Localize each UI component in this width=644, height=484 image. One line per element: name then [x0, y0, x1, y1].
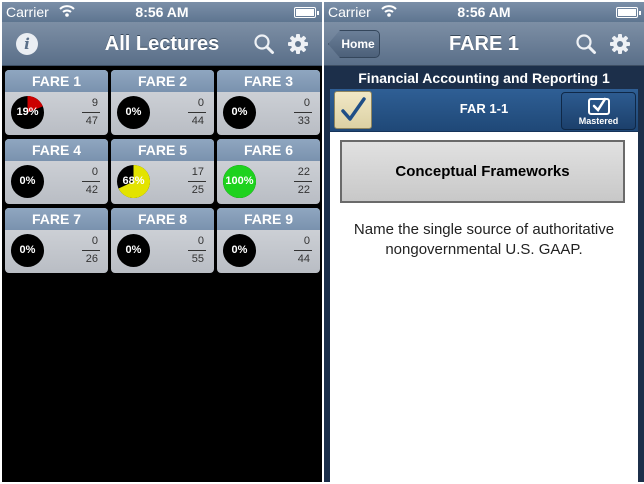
- progress-percent: 100%: [225, 175, 254, 187]
- progress-fraction: 17 25: [180, 164, 206, 199]
- total-count: 44: [297, 253, 310, 265]
- completed-count: 0: [197, 235, 204, 247]
- completed-count: 0: [303, 235, 310, 247]
- tile-title: FARE 9: [217, 208, 320, 230]
- progress-percent: 68%: [122, 175, 145, 187]
- progress-percent: 0%: [125, 106, 142, 118]
- progress-fraction: 0 33: [286, 95, 312, 130]
- total-count: 25: [191, 184, 204, 196]
- battery-icon: [616, 7, 641, 18]
- all-lectures-screen: Carrier 8:56 AM i All Lectures FARE 1 19…: [2, 2, 322, 482]
- status-time: 8:56 AM: [135, 4, 189, 20]
- completed-count: 0: [197, 97, 204, 109]
- lecture-tile[interactable]: FARE 9 0% 0 44: [217, 208, 320, 273]
- lecture-tile[interactable]: FARE 8 0% 0 55: [111, 208, 214, 273]
- gear-icon[interactable]: [287, 33, 309, 55]
- progress-fraction: 0 44: [180, 95, 206, 130]
- flashcard-screen: Carrier 8:56 AM Home FARE 1 Financial Ac…: [324, 2, 644, 482]
- lecture-tile[interactable]: FARE 1 19% 9 47: [5, 70, 108, 135]
- tile-title: FARE 2: [111, 70, 214, 92]
- search-icon[interactable]: [575, 33, 597, 55]
- progress-fraction: 22 22: [286, 164, 312, 199]
- lecture-tile[interactable]: FARE 7 0% 0 26: [5, 208, 108, 273]
- mastered-button[interactable]: Mastered: [561, 92, 636, 130]
- subject-title: Financial Accounting and Reporting 1: [358, 70, 610, 86]
- lecture-tile[interactable]: FARE 2 0% 0 44: [111, 70, 214, 135]
- mastered-checkbox-icon: [588, 97, 610, 115]
- total-count: 55: [191, 253, 204, 265]
- topic-title: Conceptual Frameworks: [340, 140, 625, 203]
- navbar: Home FARE 1: [324, 22, 644, 66]
- tile-title: FARE 4: [5, 139, 108, 161]
- tile-title: FARE 5: [111, 139, 214, 161]
- completed-count: 0: [91, 235, 98, 247]
- tile-title: FARE 3: [217, 70, 320, 92]
- total-count: 44: [191, 115, 204, 127]
- total-count: 33: [297, 115, 310, 127]
- gear-icon[interactable]: [609, 33, 631, 55]
- status-bar: Carrier 8:56 AM: [324, 2, 644, 22]
- completed-count: 17: [191, 166, 204, 178]
- progress-percent: 19%: [16, 106, 39, 118]
- tile-title: FARE 1: [5, 70, 108, 92]
- completed-count: 0: [303, 97, 310, 109]
- navbar: i All Lectures: [2, 22, 322, 66]
- search-icon[interactable]: [253, 33, 275, 55]
- total-count: 26: [85, 253, 98, 265]
- completed-count: 0: [91, 166, 98, 178]
- tile-title: FARE 6: [217, 139, 320, 161]
- progress-percent: 0%: [125, 244, 142, 256]
- tile-title: FARE 8: [111, 208, 214, 230]
- status-time: 8:56 AM: [457, 4, 511, 20]
- lecture-tile[interactable]: FARE 3 0% 0 33: [217, 70, 320, 135]
- lecture-tile[interactable]: FARE 5 68% 17 25: [111, 139, 214, 204]
- battery-icon: [294, 7, 319, 18]
- completed-count: 22: [297, 166, 310, 178]
- progress-fraction: 0 44: [286, 233, 312, 268]
- progress-fraction: 9 47: [74, 95, 100, 130]
- total-count: 47: [85, 115, 98, 127]
- total-count: 22: [297, 184, 310, 196]
- flashcard: Conceptual Frameworks Name the single so…: [330, 132, 638, 482]
- progress-percent: 0%: [231, 244, 248, 256]
- status-bar: Carrier 8:56 AM: [2, 2, 322, 22]
- question-text: Name the single source of authoritative …: [353, 221, 615, 258]
- progress-percent: 0%: [19, 175, 36, 187]
- progress-fraction: 0 55: [180, 233, 206, 268]
- progress-fraction: 0 26: [74, 233, 100, 268]
- progress-percent: 0%: [19, 244, 36, 256]
- lecture-tile[interactable]: FARE 4 0% 0 42: [5, 139, 108, 204]
- completed-count: 9: [91, 97, 98, 109]
- progress-percent: 0%: [231, 106, 248, 118]
- card-toolbar: FAR 1-1 Mastered: [330, 89, 638, 132]
- tile-title: FARE 7: [5, 208, 108, 230]
- lecture-tile[interactable]: FARE 6 100% 22 22: [217, 139, 320, 204]
- total-count: 42: [85, 184, 98, 196]
- progress-fraction: 0 42: [74, 164, 100, 199]
- mastered-label: Mastered: [578, 116, 619, 126]
